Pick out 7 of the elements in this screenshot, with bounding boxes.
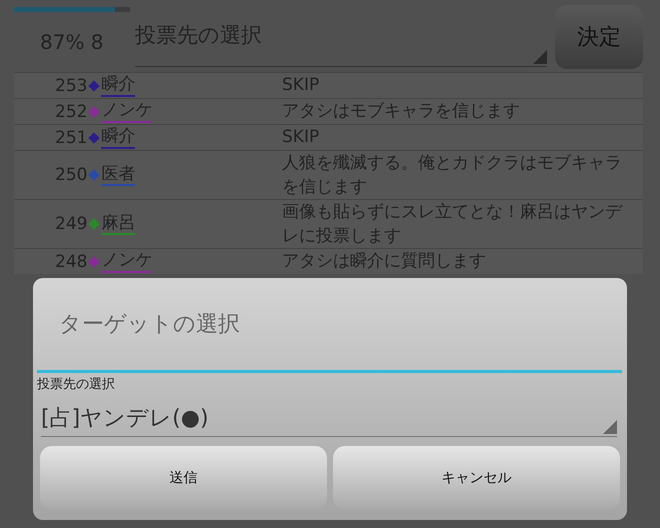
- send-button[interactable]: 送信: [40, 446, 327, 510]
- dropdown-triangle-icon: [603, 420, 617, 434]
- dialog-label: 投票先の選択: [37, 376, 116, 393]
- confirm-button[interactable]: 決定: [555, 5, 643, 69]
- target-dropdown[interactable]: [占]ヤンデレ(●): [41, 399, 617, 437]
- cancel-button[interactable]: キャンセル: [333, 446, 620, 510]
- dropdown-triangle-icon: [533, 50, 547, 64]
